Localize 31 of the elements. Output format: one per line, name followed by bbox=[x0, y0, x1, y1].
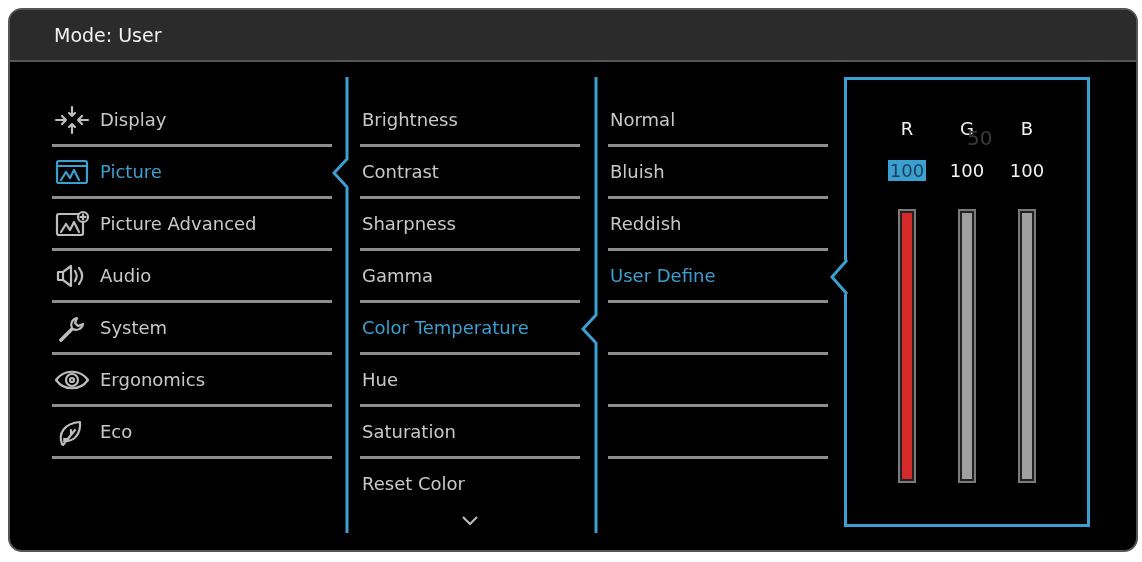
menu-item[interactable]: Eco bbox=[100, 421, 133, 442]
submenu-item[interactable]: Reset Color bbox=[362, 473, 465, 494]
menu-item[interactable]: Picture Advanced bbox=[100, 213, 257, 234]
option-item[interactable]: Bluish bbox=[610, 161, 665, 182]
submenu-item[interactable]: Brightness bbox=[362, 109, 458, 130]
submenu-item[interactable]: Sharpness bbox=[362, 213, 456, 234]
channel-value[interactable]: 100 bbox=[1007, 160, 1047, 181]
channel-slider[interactable] bbox=[958, 209, 976, 483]
option-item[interactable]: Reddish bbox=[610, 213, 682, 234]
channel-slider[interactable] bbox=[898, 209, 916, 483]
picture-plus-icon bbox=[54, 208, 90, 239]
menu-item[interactable]: System bbox=[100, 317, 168, 338]
channel-value[interactable]: 100 bbox=[947, 160, 987, 181]
submenu-item[interactable]: Color Temperature bbox=[362, 317, 529, 338]
menu-item[interactable]: Audio bbox=[100, 265, 152, 286]
channel-label: R bbox=[900, 118, 914, 141]
submenu-item[interactable]: Gamma bbox=[362, 265, 434, 286]
submenu-item[interactable]: Contrast bbox=[362, 161, 439, 182]
mode-title: Mode: User bbox=[54, 24, 162, 46]
chevron-down-icon bbox=[460, 515, 480, 527]
menu-item[interactable]: Ergonomics bbox=[100, 369, 206, 390]
submenu-item[interactable]: Saturation bbox=[362, 421, 456, 442]
channel-slider[interactable] bbox=[1018, 209, 1036, 483]
option-item[interactable]: Normal bbox=[610, 109, 676, 130]
channel-value[interactable]: 100 bbox=[887, 160, 927, 181]
display-arrows-icon bbox=[54, 104, 90, 135]
option-item[interactable]: User Define bbox=[610, 265, 716, 286]
submenu-item[interactable]: Hue bbox=[362, 369, 399, 390]
menu-item[interactable]: Display bbox=[100, 109, 167, 130]
channel-label: B bbox=[1020, 118, 1034, 141]
menu-item[interactable]: Picture bbox=[100, 161, 162, 182]
